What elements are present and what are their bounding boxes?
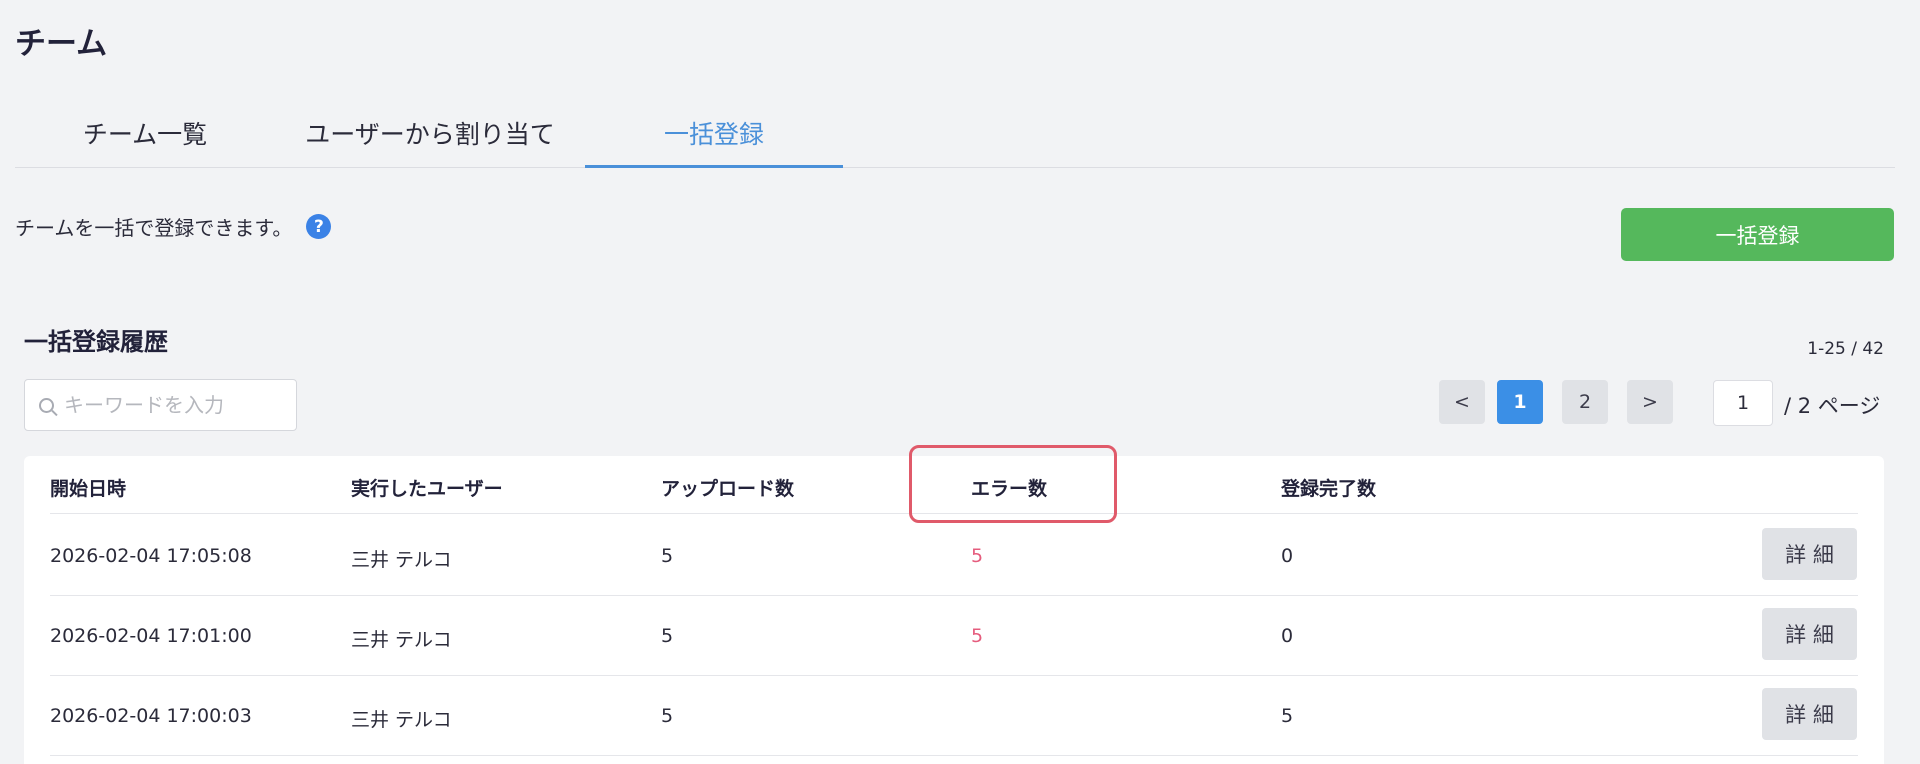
header-errors: エラー数 (971, 478, 1048, 500)
page-title: チーム (15, 26, 108, 62)
row-divider (50, 675, 1858, 676)
next-page-button[interactable]: > (1627, 380, 1673, 424)
detail-button[interactable]: 詳 細 (1762, 688, 1857, 740)
cell-uploads: 5 (661, 625, 674, 647)
history-table (24, 456, 1884, 764)
cell-user: 三井 テルコ (351, 709, 452, 731)
cell-errors: 5 (971, 625, 984, 647)
row-divider (50, 595, 1858, 596)
cell-uploads: 5 (661, 705, 674, 727)
detail-button[interactable]: 詳 細 (1762, 528, 1857, 580)
page-1-button[interactable]: 1 (1497, 380, 1543, 424)
bulk-register-button[interactable]: 一括登録 (1621, 208, 1894, 261)
cell-completed: 0 (1281, 625, 1294, 647)
search-box[interactable] (24, 379, 297, 431)
result-range: 1-25 / 42 (1807, 339, 1884, 359)
description: チームを一括で登録できます。 ? (15, 212, 332, 241)
page-2-button[interactable]: 2 (1562, 380, 1608, 424)
header-start-time: 開始日時 (50, 478, 127, 500)
header-uploads: アップロード数 (661, 478, 795, 500)
cell-start-time: 2026-02-04 17:05:08 (50, 545, 252, 567)
detail-button[interactable]: 詳 細 (1762, 608, 1857, 660)
page-number-input[interactable] (1713, 380, 1773, 426)
tab-assign-from-users[interactable]: ユーザーから割り当て (275, 110, 585, 168)
prev-page-button[interactable]: < (1439, 380, 1485, 424)
tab-bar: チーム一覧 ユーザーから割り当て 一括登録 (15, 110, 1895, 168)
row-divider (50, 755, 1858, 756)
cell-start-time: 2026-02-04 17:01:00 (50, 625, 252, 647)
description-text: チームを一括で登録できます。 (15, 216, 293, 240)
cell-user: 三井 テルコ (351, 629, 452, 651)
search-icon (39, 397, 54, 413)
cell-completed: 5 (1281, 705, 1294, 727)
tab-team-list[interactable]: チーム一覧 (15, 110, 275, 168)
search-input[interactable] (64, 393, 284, 417)
help-icon[interactable]: ? (306, 214, 332, 239)
section-title: 一括登録履歴 (24, 328, 168, 356)
page-total: / 2 ページ (1784, 394, 1881, 418)
header-completed: 登録完了数 (1281, 478, 1377, 500)
header-user: 実行したユーザー (351, 478, 503, 500)
cell-errors: 5 (971, 545, 984, 567)
cell-completed: 0 (1281, 545, 1294, 567)
cell-uploads: 5 (661, 545, 674, 567)
tab-bulk-register[interactable]: 一括登録 (585, 110, 843, 168)
cell-start-time: 2026-02-04 17:00:03 (50, 705, 252, 727)
header-divider (50, 513, 1858, 514)
cell-user: 三井 テルコ (351, 549, 452, 571)
